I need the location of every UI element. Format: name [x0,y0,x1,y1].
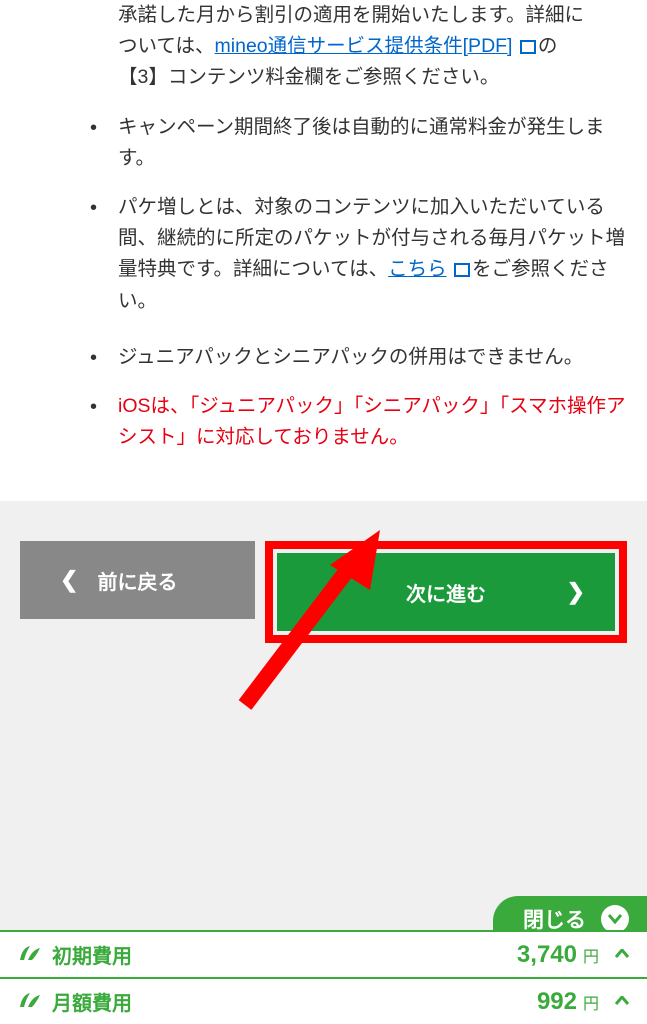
leaf-icon [18,942,42,968]
note-item: ジュニアパックとシニアパックの併用はできません。 [90,342,627,373]
currency-unit: 円 [583,990,599,1014]
detail-link[interactable]: こちら [388,258,447,280]
navigation-buttons: ❮ 前に戻る 次に進む ❯ [20,531,627,643]
chevron-right-icon: ❯ [567,579,585,605]
note-item-warning: iOSは、「ジュニアパック」「シニアパック」「スマホ操作アシスト」に対応しており… [90,391,627,453]
initial-fee-row[interactable]: 初期費用 3,740 円 [0,930,647,977]
notes-list-secondary: ジュニアパックとシニアパックの併用はできません。 iOSは、「ジュニアパック」「… [20,342,627,454]
footer-right-group: 992 円 [537,988,629,1016]
note-item: パケ増しとは、対象のコンテンツに加入いただいている間、継続的に所定のパケットが付… [90,192,627,317]
next-button-label: 次に進む [406,578,486,607]
chevron-up-icon [615,946,629,964]
back-button[interactable]: ❮ 前に戻る [20,541,255,619]
monthly-fee-amount: 992 [537,988,577,1016]
notes-list: キャンペーン期間終了後は自動的に通常料金が発生します。 パケ増しとは、対象のコン… [20,112,627,317]
initial-fee-amount: 3,740 [517,941,577,969]
footer-left-group: 初期費用 [18,940,132,969]
leaf-icon [18,989,42,1015]
chevron-left-icon: ❮ [60,567,78,593]
chevron-down-icon [601,905,629,933]
external-link-icon [454,263,470,277]
footer-fee-summary: 初期費用 3,740 円 月額費用 992 円 [0,930,647,1024]
footer-right-group: 3,740 円 [517,941,629,969]
footer-left-group: 月額費用 [18,987,132,1016]
next-button[interactable]: 次に進む ❯ [277,553,615,631]
note-item: キャンペーン期間終了後は自動的に通常料金が発生します。 [90,112,627,174]
monthly-fee-row[interactable]: 月額費用 992 円 [0,977,647,1024]
monthly-fee-label: 月額費用 [52,987,132,1016]
external-link-icon [520,40,536,54]
back-button-label: 前に戻る [98,566,178,595]
notes-section: 承諾した月から割引の適用を開始いたします。詳細については、mineo通信サービス… [0,0,647,501]
initial-fee-label: 初期費用 [52,940,132,969]
currency-unit: 円 [583,943,599,967]
next-button-highlight: 次に進む ❯ [265,541,627,643]
chevron-up-icon [615,993,629,1011]
pdf-link[interactable]: mineo通信サービス提供条件[PDF] [215,35,513,57]
note-partial-top: 承諾した月から割引の適用を開始いたします。詳細については、mineo通信サービス… [20,0,627,94]
